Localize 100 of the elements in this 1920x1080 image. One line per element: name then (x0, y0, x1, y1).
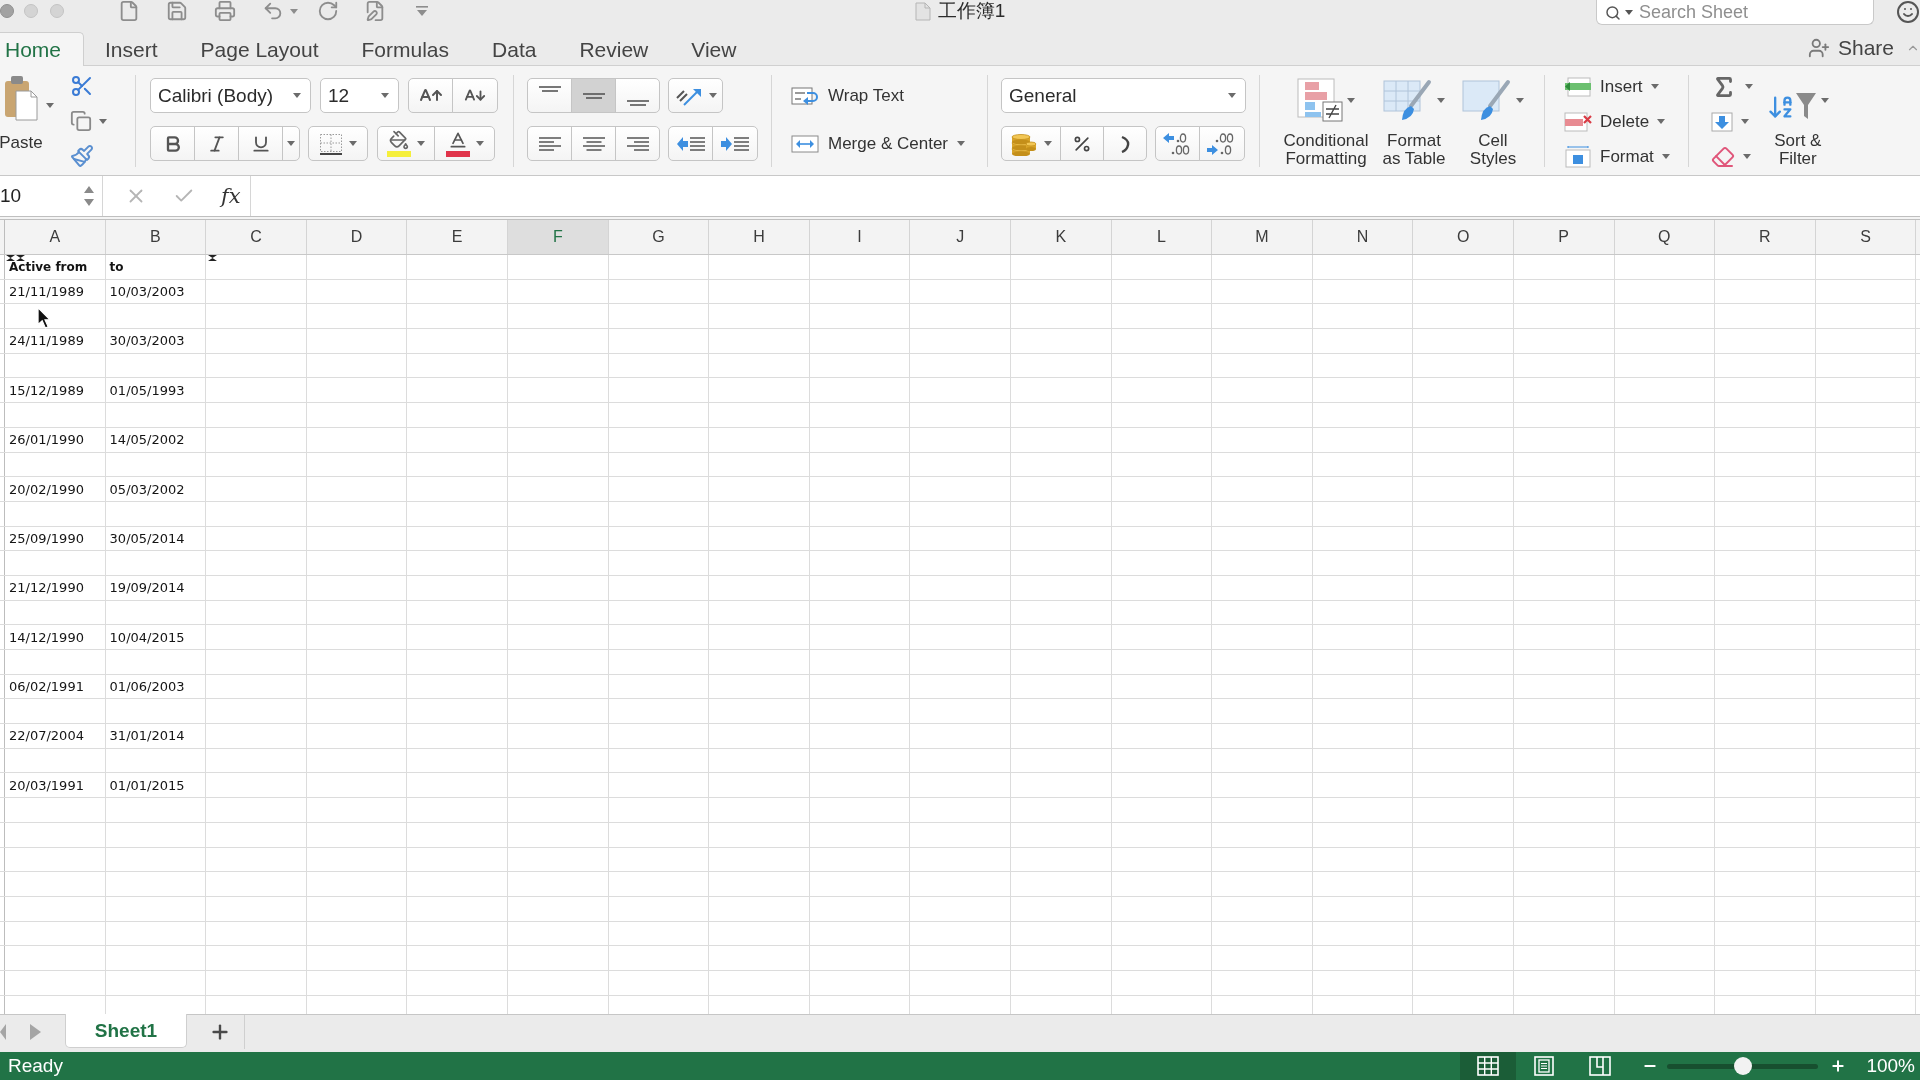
delete-button[interactable]: Delete (1564, 107, 1670, 136)
table-cell: 01/01/2015 (105, 773, 207, 798)
table-cell: 26/01/1990 (5, 427, 106, 452)
cell-styles-button[interactable]: Cell Styles (1463, 66, 1523, 168)
decrease-indent-button[interactable] (668, 126, 713, 161)
comma-style-button[interactable] (1103, 126, 1147, 161)
borders-button[interactable] (308, 126, 368, 161)
wrap-text-button[interactable]: Wrap Text (791, 78, 904, 113)
underline-button[interactable] (238, 126, 283, 161)
column-header[interactable]: S (1815, 220, 1917, 254)
number-format-dropdown[interactable]: General (1001, 78, 1246, 113)
column-header[interactable]: M (1212, 220, 1313, 254)
edit-document-button[interactable] (364, 0, 386, 22)
paint-bucket-icon (387, 130, 411, 157)
merge-center-button[interactable]: Merge & Center (791, 126, 965, 161)
column-header[interactable]: L (1111, 220, 1213, 254)
search-field[interactable]: Search Sheet (1596, 0, 1874, 25)
increase-indent-button[interactable] (712, 126, 758, 161)
status-text: Ready (7, 1055, 63, 1077)
bold-button[interactable] (150, 126, 195, 161)
up-down-arrows-icon[interactable] (84, 185, 94, 207)
ribbon-tab[interactable]: Formulas (340, 32, 472, 66)
share-button[interactable]: Share (1807, 31, 1894, 65)
increase-decimal-button[interactable] (1155, 126, 1200, 161)
column-header[interactable]: H (709, 220, 810, 254)
table-cell: 14/05/2002 (105, 427, 207, 452)
column-header[interactable]: Q (1614, 220, 1716, 254)
double-arrow-box-icon (791, 134, 819, 153)
ribbon-tab[interactable]: Page Layout (179, 32, 341, 66)
align-bottom-button[interactable] (615, 78, 660, 113)
ribbon-tab[interactable]: Home (0, 32, 85, 66)
caret-icon (1742, 154, 1751, 159)
font-name-dropdown[interactable]: Calibri (Body) (150, 78, 311, 113)
zoom-slider[interactable] (1667, 1057, 1819, 1075)
slider-thumb[interactable] (1733, 1057, 1752, 1075)
table-cell: 10/04/2015 (105, 625, 207, 649)
undo-icon (262, 0, 284, 22)
column-header[interactable]: N (1312, 220, 1414, 254)
column-header[interactable]: F (507, 220, 609, 254)
align-right-button[interactable] (615, 126, 660, 161)
column-header[interactable]: P (1513, 220, 1615, 254)
column-header[interactable]: I (809, 220, 911, 254)
fill-color-button[interactable] (377, 126, 435, 161)
sheet-tab[interactable]: Sheet1 (65, 1014, 187, 1048)
column-header[interactable]: C (206, 220, 307, 254)
header-cell: to (105, 255, 207, 279)
redo-icon (317, 0, 339, 22)
insert-button[interactable]: Insert (1564, 72, 1670, 101)
column-header[interactable]: K (1010, 220, 1112, 254)
print-button[interactable] (214, 0, 236, 22)
caret-icon (46, 103, 54, 108)
new-document-button[interactable] (118, 0, 140, 22)
align-left-button[interactable] (527, 126, 572, 161)
conditional-formatting-button[interactable]: Conditional Formatting (1280, 66, 1372, 168)
table-cell: 10/03/2003 (105, 279, 207, 304)
grow-font-button[interactable] (408, 78, 453, 113)
ribbon-tab[interactable]: Data (471, 32, 559, 66)
font-color-button[interactable] (434, 126, 495, 161)
increase-indent-icon (721, 135, 749, 152)
caret-icon (957, 141, 965, 146)
column-header[interactable]: J (910, 220, 1011, 254)
caret-icon (287, 141, 295, 146)
undo-button[interactable] (262, 0, 298, 22)
bar-caret-icon[interactable] (416, 5, 428, 17)
table-square-icon (1564, 145, 1592, 168)
ribbon-tab[interactable]: Review (558, 32, 671, 66)
normal-view-button[interactable] (1460, 1052, 1517, 1080)
save-button[interactable] (166, 0, 188, 22)
sort-filter-button[interactable]: Sort & Filter (1766, 66, 1829, 168)
align-top-button[interactable] (527, 78, 572, 113)
format-as-table-button[interactable]: Format as Table (1379, 66, 1449, 168)
align-top-icon (538, 85, 561, 92)
ribbon-tab[interactable]: View (670, 32, 759, 66)
align-middle-button[interactable] (571, 78, 616, 113)
percent-style-button[interactable] (1060, 126, 1104, 161)
column-header[interactable]: B (105, 220, 207, 254)
close-window-button[interactable] (0, 4, 14, 18)
ribbon-tab[interactable]: Insert (84, 32, 180, 66)
copy-button[interactable] (70, 108, 107, 134)
column-header[interactable]: R (1715, 220, 1816, 254)
format-button[interactable]: Format (1564, 142, 1670, 171)
column-header[interactable]: A (5, 220, 106, 254)
column-header[interactable]: O (1413, 220, 1514, 254)
column-header[interactable]: D (306, 220, 408, 254)
insert-function-button[interactable]: fx (221, 184, 241, 208)
redo-button[interactable] (317, 0, 339, 22)
font-size-dropdown[interactable]: 12 (320, 78, 399, 113)
shrink-font-button[interactable] (452, 78, 498, 113)
orientation-button[interactable] (668, 78, 723, 113)
table-cell: 30/03/2003 (105, 329, 207, 353)
left-triangle-icon (0, 1023, 6, 1040)
column-header[interactable]: E (407, 220, 508, 254)
align-center-button[interactable] (571, 126, 616, 161)
paste-button[interactable]: Paste (0, 66, 42, 153)
smiley-icon[interactable] (1896, 0, 1920, 24)
table-cell: 05/03/2002 (105, 477, 207, 501)
italic-button[interactable] (194, 126, 239, 161)
underline-options-button[interactable] (282, 126, 300, 161)
decrease-decimal-button[interactable] (1199, 126, 1245, 161)
column-header[interactable]: G (608, 220, 710, 254)
